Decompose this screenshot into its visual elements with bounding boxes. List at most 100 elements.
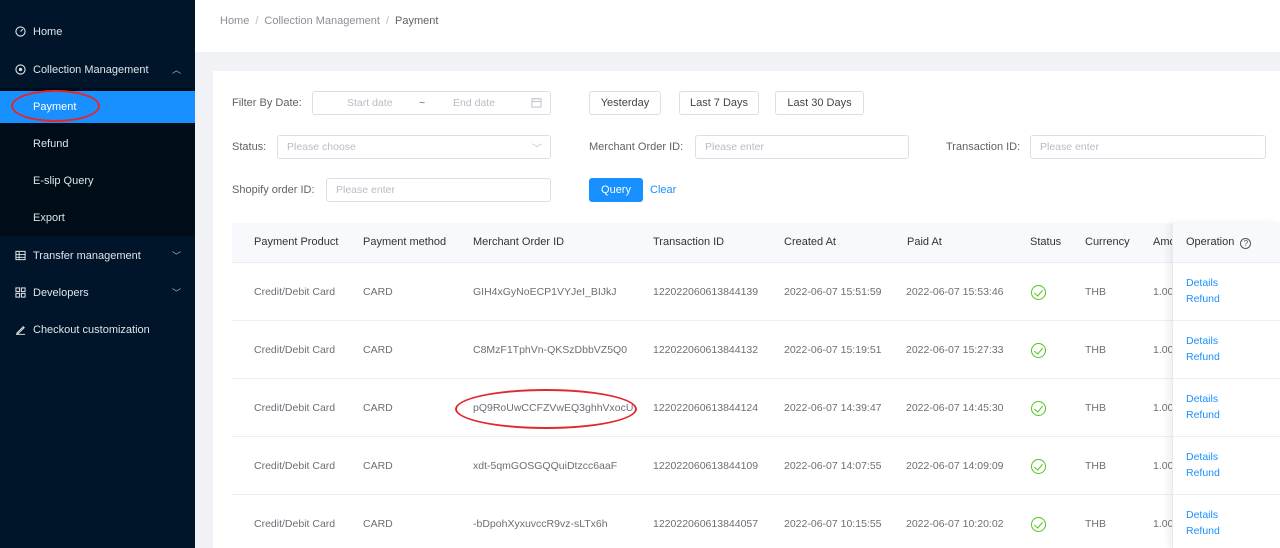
sidebar-item-label: Payment [33, 101, 77, 113]
status-label: Status: [232, 141, 267, 153]
help-icon[interactable]: ? [1240, 238, 1252, 249]
refund-link[interactable]: Refund [1186, 467, 1220, 479]
cell-product: Credit/Debit Card [254, 286, 336, 298]
breadcrumb-home[interactable]: Home [220, 15, 249, 27]
col-payment-product: Payment Product [254, 236, 339, 248]
cell-paid-at: 2022-06-07 10:20:02 [906, 518, 1004, 530]
sidebar-item-label: Developers [33, 286, 89, 299]
cell-currency: THB [1085, 460, 1106, 472]
cell-method: CARD [363, 344, 393, 356]
date-range-picker[interactable]: Start date ~ End date [312, 91, 551, 115]
end-date-input[interactable]: End date [453, 97, 495, 109]
sidebar-item-label: Export [33, 212, 65, 224]
sidebar-item-export[interactable]: Export [0, 202, 195, 234]
brush-icon [14, 324, 26, 336]
col-operation-label: Operation [1186, 236, 1235, 248]
col-operation: Operation? [1186, 236, 1252, 249]
breadcrumb-separator: / [255, 15, 259, 27]
last-7-days-button[interactable]: Last 7 Days [679, 91, 759, 115]
calendar-icon [531, 97, 542, 111]
status-success-icon [1031, 459, 1046, 474]
sidebar-item-payment[interactable]: Payment [0, 91, 195, 123]
sidebar-item-collection-management[interactable]: Collection Management ︿ [0, 51, 195, 88]
sidebar: Home Collection Management ︿ Payment Ref… [0, 0, 195, 548]
col-status: Status [1030, 236, 1062, 248]
status-success-icon [1031, 285, 1046, 300]
transaction-id-label: Transaction ID: [946, 141, 1021, 153]
col-created-at: Created At [784, 236, 836, 248]
col-payment-method: Payment method [363, 236, 447, 248]
status-select-placeholder: Please choose [287, 141, 356, 153]
cell-created-at: 2022-06-07 15:51:59 [784, 286, 882, 298]
sidebar-item-checkout-customization[interactable]: Checkout customization [0, 311, 195, 348]
operation-row: Details Refund [1173, 437, 1280, 495]
details-link[interactable]: Details [1186, 393, 1218, 405]
merchant-order-id-input[interactable]: Please enter [695, 135, 909, 159]
refund-link[interactable]: Refund [1186, 293, 1220, 305]
table-row: Credit/Debit Card CARD -bDpohXyxuvccR9vz… [232, 495, 1280, 548]
details-link[interactable]: Details [1186, 451, 1218, 463]
clear-link[interactable]: Clear [650, 184, 676, 196]
shopify-order-id-input[interactable]: Please enter [326, 178, 551, 202]
operation-row: Details Refund [1173, 321, 1280, 379]
operation-header: Operation? [1173, 223, 1280, 263]
table-icon [14, 250, 26, 262]
sidebar-item-eslip-query[interactable]: E-slip Query [0, 165, 195, 197]
cell-merchant-order-id: xdt-5qmGOSGQQuiDtzcc6aaF [473, 460, 618, 472]
sidebar-item-developers[interactable]: Developers ﹀ [0, 274, 195, 311]
cell-paid-at: 2022-06-07 14:09:09 [906, 460, 1004, 472]
transaction-id-input[interactable]: Please enter [1030, 135, 1266, 159]
cell-amount: 1.00 [1153, 286, 1174, 298]
sidebar-item-transfer-management[interactable]: Transfer management ﹀ [0, 237, 195, 274]
cell-merchant-order-id: GIH4xGyNoECP1VYJeI_BIJkJ [473, 286, 617, 298]
operation-row: Details Refund [1173, 495, 1280, 548]
cell-amount: 1.00 [1153, 460, 1174, 472]
cell-amount: 1.00 [1153, 402, 1174, 414]
breadcrumb-collection[interactable]: Collection Management [264, 15, 380, 27]
operation-column: Operation? Details Refund Details Refund… [1172, 223, 1280, 548]
refund-link[interactable]: Refund [1186, 351, 1220, 363]
refund-link[interactable]: Refund [1186, 409, 1220, 421]
cell-transaction-id: 122022060613844057 [653, 518, 759, 530]
status-select[interactable]: Please choose ﹀ [277, 135, 551, 159]
cell-transaction-id: 122022060613844132 [653, 344, 759, 356]
status-success-icon [1031, 343, 1046, 358]
cell-currency: THB [1085, 402, 1106, 414]
top-header: Home / Collection Management / Payment [195, 0, 1280, 52]
cell-currency: THB [1085, 518, 1106, 530]
cell-currency: THB [1085, 286, 1106, 298]
table-row: Credit/Debit Card CARD C8MzF1TphVn-QKSzD… [232, 321, 1280, 379]
col-currency: Currency [1085, 236, 1130, 248]
cell-method: CARD [363, 518, 393, 530]
chevron-down-icon: ﹀ [532, 144, 542, 155]
col-merchant-order-id: Merchant Order ID [473, 236, 565, 248]
refund-link[interactable]: Refund [1186, 525, 1220, 537]
cell-transaction-id: 122022060613844109 [653, 460, 759, 472]
operation-row: Details Refund [1173, 263, 1280, 321]
cell-created-at: 2022-06-07 14:39:47 [784, 402, 882, 414]
yesterday-button[interactable]: Yesterday [589, 91, 661, 115]
breadcrumb-separator: / [385, 15, 390, 27]
table-row: Credit/Debit Card CARD xdt-5qmGOSGQQuiDt… [232, 437, 1280, 495]
col-transaction-id: Transaction ID [653, 236, 725, 248]
start-date-input[interactable]: Start date [347, 97, 393, 109]
status-success-icon [1031, 401, 1046, 416]
merchant-order-id-label: Merchant Order ID: [589, 141, 684, 153]
cell-transaction-id: 122022060613844124 [653, 402, 759, 414]
details-link[interactable]: Details [1186, 335, 1218, 347]
breadcrumb-current: Payment [395, 15, 439, 27]
sidebar-item-label: Refund [33, 138, 69, 150]
last-30-days-button[interactable]: Last 30 Days [775, 91, 864, 115]
details-link[interactable]: Details [1186, 277, 1218, 289]
cell-paid-at: 2022-06-07 15:53:46 [906, 286, 1004, 298]
details-link[interactable]: Details [1186, 509, 1218, 521]
grid-icon [14, 287, 26, 299]
cell-created-at: 2022-06-07 10:15:55 [784, 518, 882, 530]
sidebar-item-label: E-slip Query [33, 175, 94, 187]
sidebar-item-refund[interactable]: Refund [0, 128, 195, 160]
shopify-order-id-label: Shopify order ID: [232, 184, 315, 196]
cell-method: CARD [363, 402, 393, 414]
query-button[interactable]: Query [589, 178, 643, 202]
cell-method: CARD [363, 286, 393, 298]
sidebar-item-home[interactable]: Home [0, 13, 195, 50]
